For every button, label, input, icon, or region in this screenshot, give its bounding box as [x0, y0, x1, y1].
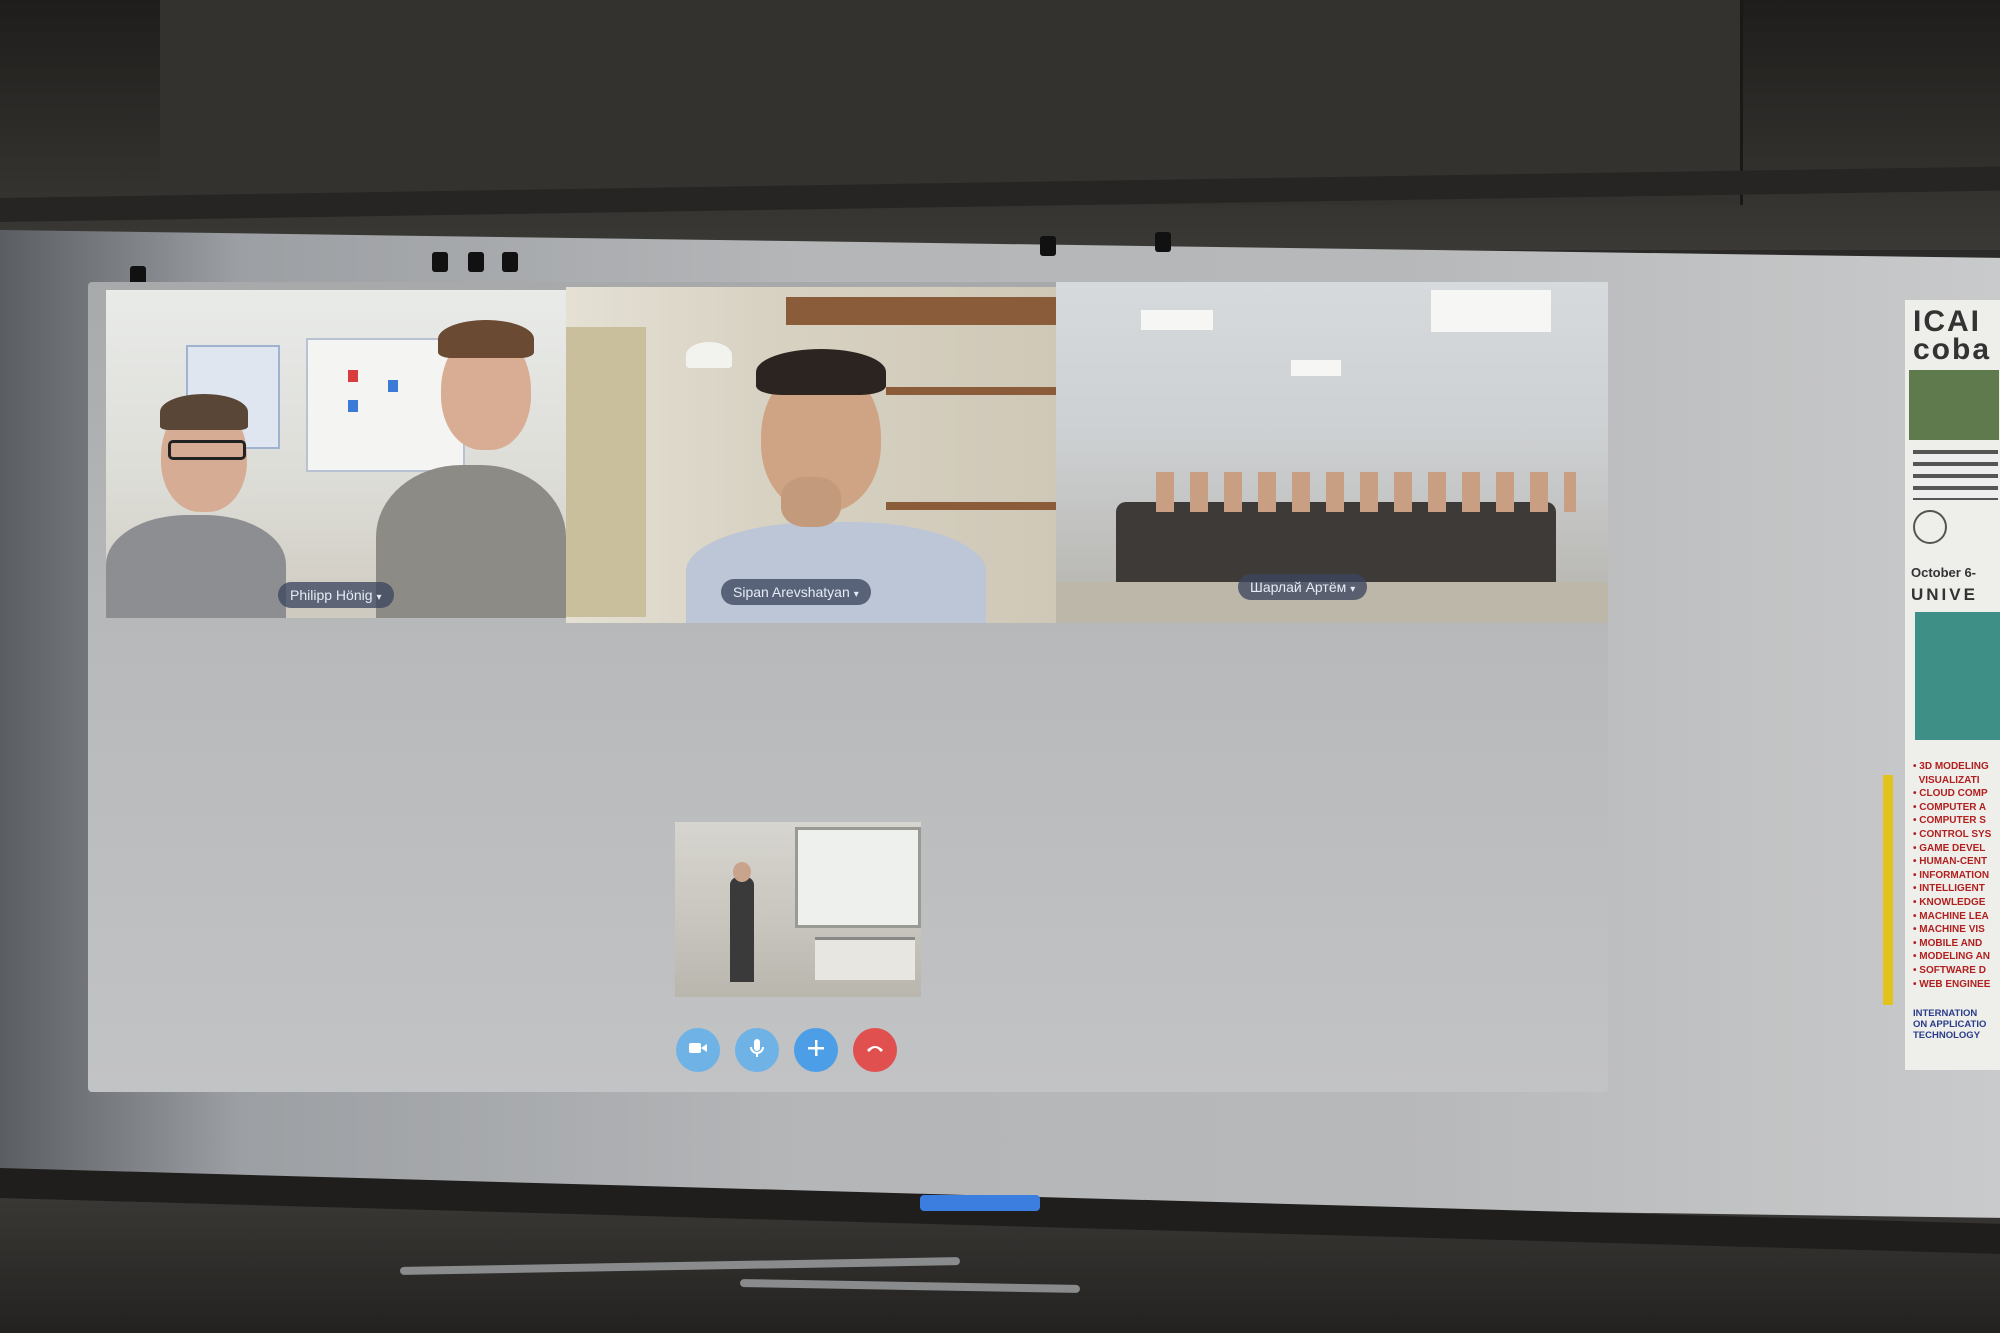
participant-name: Шарлай Артём [1250, 579, 1347, 595]
topic-item: • MACHINE VIS [1913, 924, 1985, 936]
add-icon [804, 1036, 828, 1065]
participant-tile-2[interactable]: Sipan Arevshatyan ▾ [566, 287, 1056, 623]
microphone-icon [745, 1036, 769, 1065]
board-clip [432, 252, 448, 272]
presenter [730, 877, 754, 982]
audience-heads [1156, 472, 1576, 512]
presenter-head [733, 862, 751, 882]
chevron-down-icon: ▾ [1350, 584, 1356, 595]
poster-photo [1909, 370, 1999, 440]
ceiling-light [1431, 290, 1551, 332]
board-clip [1155, 232, 1171, 252]
participant-name-tag[interactable]: Philipp Hönig ▾ [278, 582, 394, 608]
topic-item: • 3D MODELING [1913, 761, 1989, 772]
chevron-down-icon: ▾ [376, 592, 382, 603]
poster-footer: INTERNATION ON APPLICATIO TECHNOLOGY [1913, 1008, 1987, 1041]
topic-item: • SOFTWARE D [1913, 964, 1986, 976]
shelf-lower [886, 502, 1056, 510]
hang-up-icon [863, 1036, 887, 1065]
video-camera-icon [686, 1036, 710, 1065]
end-call-button[interactable] [853, 1028, 897, 1072]
topic-item: • INTELLIGENT [1913, 883, 1985, 895]
topic-item: • CLOUD COMP [1913, 788, 1988, 800]
poster-book-cover [1915, 612, 2000, 740]
topic-item: • CONTROL SYS [1913, 828, 1992, 840]
topic-item: • WEB ENGINEE [1913, 978, 1991, 990]
topic-item: • COMPUTER A [1913, 801, 1987, 813]
ceiling-panel [310, 0, 1083, 205]
topic-item: • COMPUTER S [1913, 815, 1986, 827]
poster-seal [1913, 510, 1947, 544]
whiteboard-marker [920, 1195, 1040, 1211]
participant-tile-3[interactable]: Шарлай Артём ▾ [1056, 282, 1608, 623]
mute-button[interactable] [735, 1028, 779, 1072]
chevron-down-icon: ▾ [853, 589, 859, 600]
participant-name: Sipan Arevshatyan [733, 584, 850, 600]
video-call-window: Philipp Hönig ▾ Sipan Arevshatyan ▾ Шарлай… [88, 282, 1608, 1092]
yellow-tape [1883, 775, 1893, 1005]
poster-university: UNIVE [1911, 585, 1978, 604]
lamp [686, 342, 732, 368]
topic-item: VISUALIZATI [1918, 774, 1980, 786]
participant-tile-1[interactable]: Philipp Hönig ▾ [106, 290, 566, 618]
participant-name-tag[interactable]: Sipan Arevshatyan ▾ [721, 579, 871, 605]
participant-name-tag[interactable]: Шарлай Артём ▾ [1238, 574, 1368, 600]
topic-item: • KNOWLEDGE [1913, 896, 1986, 908]
topic-item: • MODELING AN [1913, 951, 1991, 963]
add-participant-button[interactable] [794, 1028, 838, 1072]
topic-item: • GAME DEVEL [1913, 842, 1986, 854]
ceiling-light [1291, 360, 1341, 376]
poster-logos [1913, 450, 1998, 500]
shelf-left [566, 327, 646, 617]
ceiling-light [1141, 310, 1213, 330]
shelf-middle [886, 387, 1056, 395]
poster-topic-list: • 3D MODELING VISUALIZATI • CLOUD COMP •… [1913, 760, 1991, 991]
topic-item: • MACHINE LEA [1913, 910, 1989, 922]
poster-date: October 6- [1911, 565, 1977, 580]
participant-name: Philipp Hönig [290, 587, 373, 603]
board-clip [468, 252, 484, 272]
window [795, 827, 921, 928]
board-clip [502, 252, 518, 272]
desk [815, 937, 915, 980]
topic-item: • MOBILE AND [1913, 937, 1983, 949]
topic-item: • HUMAN-CENT [1913, 856, 1988, 868]
conference-poster: ICAI coba October 6- UNIVE • 3D MODELING… [1905, 300, 2000, 1070]
shelf-top [786, 297, 1056, 325]
board-clip [1040, 236, 1056, 256]
video-toggle-button[interactable] [676, 1028, 720, 1072]
ceiling-panel [160, 0, 313, 205]
self-video-preview[interactable] [675, 822, 921, 997]
topic-item: • INFORMATION [1913, 869, 1990, 881]
poster-header: ICAI coba [1913, 305, 1992, 366]
